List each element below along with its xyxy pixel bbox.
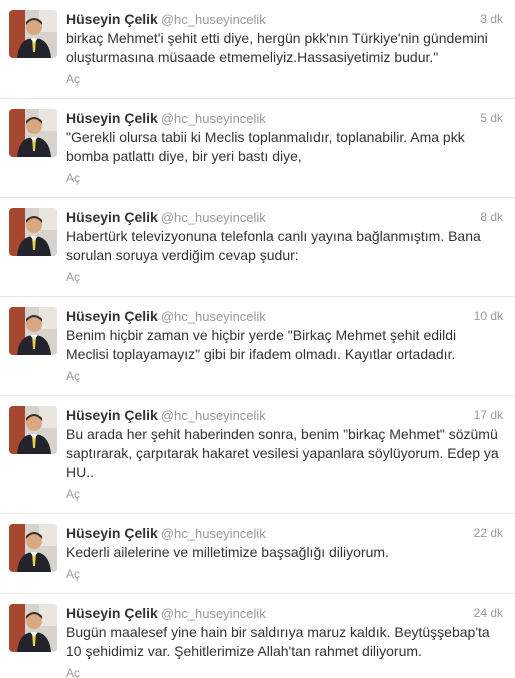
tweet-text: birkaç Mehmet'i şehit etti diye, hergün … bbox=[66, 30, 488, 65]
tweet-username[interactable]: @hc_huseyincelik bbox=[161, 309, 266, 324]
tweet[interactable]: Hüseyin Çelik @hc_huseyincelik 24 dk Bugü… bbox=[0, 594, 515, 678]
tweet-username[interactable]: @hc_huseyincelik bbox=[161, 12, 266, 27]
expand-link[interactable]: Aç bbox=[66, 666, 80, 678]
tweet[interactable]: Hüseyin Çelik @hc_huseyincelik 8 dk Haber… bbox=[0, 198, 515, 297]
tweet-timestamp[interactable]: 22 dk bbox=[474, 524, 503, 542]
tweet-fullname[interactable]: Hüseyin Çelik bbox=[66, 525, 158, 541]
tweet-timestamp[interactable]: 24 dk bbox=[474, 604, 503, 622]
tweet-username[interactable]: @hc_huseyincelik bbox=[161, 408, 266, 423]
expand-link[interactable]: Aç bbox=[66, 487, 80, 501]
tweet-fullname[interactable]: Hüseyin Çelik bbox=[66, 308, 158, 324]
tweet-text: Bugün maalesef yine hain bir saldırıya m… bbox=[66, 624, 490, 659]
tweet-header: Hüseyin Çelik @hc_huseyincelik bbox=[66, 307, 505, 325]
tweet[interactable]: Hüseyin Çelik @hc_huseyincelik 3 dk birka… bbox=[0, 0, 515, 99]
avatar[interactable] bbox=[9, 10, 57, 58]
expand-link[interactable]: Aç bbox=[66, 270, 80, 284]
tweet[interactable]: Hüseyin Çelik @hc_huseyincelik 5 dk "Gere… bbox=[0, 99, 515, 198]
tweet-fullname[interactable]: Hüseyin Çelik bbox=[66, 110, 158, 126]
avatar[interactable] bbox=[9, 109, 57, 157]
tweet-timeline: Hüseyin Çelik @hc_huseyincelik 3 dk birka… bbox=[0, 0, 515, 678]
expand-link[interactable]: Aç bbox=[66, 72, 80, 86]
tweet-username[interactable]: @hc_huseyincelik bbox=[161, 210, 266, 225]
tweet-header: Hüseyin Çelik @hc_huseyincelik bbox=[66, 10, 505, 28]
tweet-text: Habertürk televizyonuna telefonla canlı … bbox=[66, 228, 481, 263]
expand-link[interactable]: Aç bbox=[66, 567, 80, 581]
tweet[interactable]: Hüseyin Çelik @hc_huseyincelik 17 dk Bu a… bbox=[0, 396, 515, 514]
tweet[interactable]: Hüseyin Çelik @hc_huseyincelik 10 dk Beni… bbox=[0, 297, 515, 396]
tweet-fullname[interactable]: Hüseyin Çelik bbox=[66, 11, 158, 27]
tweet[interactable]: Hüseyin Çelik @hc_huseyincelik 22 dk Kede… bbox=[0, 514, 515, 594]
tweet-text: Bu arada her şehit haberinden sonra, ben… bbox=[66, 426, 499, 480]
tweet-timestamp[interactable]: 8 dk bbox=[480, 208, 503, 226]
avatar[interactable] bbox=[9, 406, 57, 454]
expand-link[interactable]: Aç bbox=[66, 171, 80, 185]
avatar[interactable] bbox=[9, 208, 57, 256]
tweet-fullname[interactable]: Hüseyin Çelik bbox=[66, 605, 158, 621]
tweet-text: "Gerekli olursa tabii ki Meclis toplanma… bbox=[66, 129, 465, 164]
tweet-timestamp[interactable]: 3 dk bbox=[480, 10, 503, 28]
avatar[interactable] bbox=[9, 604, 57, 652]
tweet-username[interactable]: @hc_huseyincelik bbox=[161, 606, 266, 621]
avatar[interactable] bbox=[9, 307, 57, 355]
tweet-header: Hüseyin Çelik @hc_huseyincelik bbox=[66, 109, 505, 127]
tweet-text: Benim hiçbir zaman ve hiçbir yerde "Birk… bbox=[66, 327, 457, 362]
tweet-header: Hüseyin Çelik @hc_huseyincelik bbox=[66, 604, 505, 622]
tweet-header: Hüseyin Çelik @hc_huseyincelik bbox=[66, 208, 505, 226]
tweet-fullname[interactable]: Hüseyin Çelik bbox=[66, 407, 158, 423]
tweet-timestamp[interactable]: 5 dk bbox=[480, 109, 503, 127]
tweet-header: Hüseyin Çelik @hc_huseyincelik bbox=[66, 524, 505, 542]
tweet-text: Kederli ailelerine ve milletimize başsağ… bbox=[66, 544, 389, 560]
tweet-timestamp[interactable]: 10 dk bbox=[474, 307, 503, 325]
tweet-header: Hüseyin Çelik @hc_huseyincelik bbox=[66, 406, 505, 424]
tweet-username[interactable]: @hc_huseyincelik bbox=[161, 111, 266, 126]
expand-link[interactable]: Aç bbox=[66, 369, 80, 383]
tweet-fullname[interactable]: Hüseyin Çelik bbox=[66, 209, 158, 225]
avatar[interactable] bbox=[9, 524, 57, 572]
tweet-username[interactable]: @hc_huseyincelik bbox=[161, 526, 266, 541]
tweet-timestamp[interactable]: 17 dk bbox=[474, 406, 503, 424]
